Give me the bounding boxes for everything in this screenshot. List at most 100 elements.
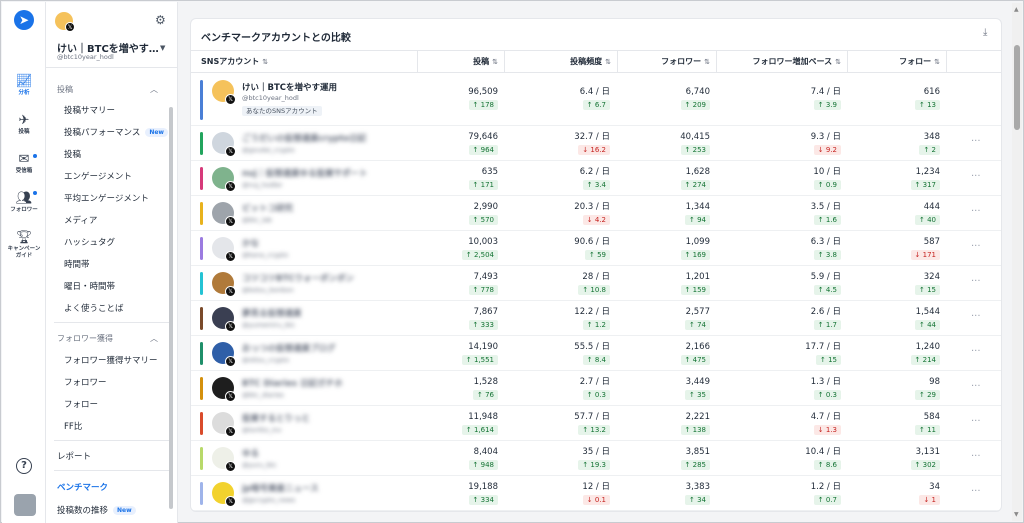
- table-row[interactable]: 𝕏 投資するとりっと @toritto_inv 11,948 ↑ 1,614 57.7 /…: [191, 406, 1001, 441]
- nav-post-summary[interactable]: 投稿サマリー: [64, 104, 115, 116]
- sort-icon[interactable]: ⇅: [262, 58, 268, 66]
- more-options-icon[interactable]: ···: [971, 136, 981, 147]
- rail-item-inbox[interactable]: ✉︎ 受信箱: [2, 152, 46, 175]
- nav-weekday-time[interactable]: 曜日・時間帯: [64, 280, 115, 292]
- sort-icon[interactable]: ⇅: [605, 58, 611, 66]
- account-name[interactable]: けい｜BTCを増やす運用: [242, 81, 337, 93]
- scroll-down-icon[interactable]: ▼: [1014, 511, 1019, 518]
- sort-icon[interactable]: ⇅: [704, 58, 710, 66]
- rail-label: 受信箱: [15, 168, 33, 174]
- cell-value: 98: [929, 377, 940, 387]
- account-switcher[interactable]: 𝕏 ⚙ けい｜BTCを増やす… @btc10year_hodl ▼: [46, 2, 177, 68]
- cell-value: 7,493: [473, 272, 498, 282]
- account-name[interactable]: 夢見る仮想通貨: [242, 307, 302, 319]
- delta-value: 253: [692, 146, 706, 154]
- scroll-thumb[interactable]: [1014, 45, 1020, 130]
- user-avatar[interactable]: [14, 494, 36, 516]
- gear-icon[interactable]: ⚙: [155, 13, 166, 27]
- more-options-icon[interactable]: ···: [971, 451, 981, 462]
- table-row[interactable]: 𝕏 ビットコ研究 @btc_lab 2,990 ↑ 570 20.3 / 日 ↓ 4.2 1,…: [191, 196, 1001, 231]
- sort-icon[interactable]: ⇅: [934, 58, 940, 66]
- table-row[interactable]: 𝕏jp暗号資産ニュース @jpcrypto_news 19,188 ↑ 334 12 /…: [191, 476, 1001, 511]
- download-icon[interactable]: ⤓: [983, 27, 987, 38]
- account-name[interactable]: ビットコ研究: [242, 202, 293, 214]
- table-row[interactable]: 𝕏 かな @kana_crypto 10,003 ↑ 2,504 90.6 / 日 ↑ 59…: [191, 231, 1001, 266]
- more-options-icon[interactable]: ···: [971, 311, 981, 322]
- more-options-icon[interactable]: ···: [971, 346, 981, 357]
- cell-freq: 2.7 / 日 ↑ 0.3: [580, 377, 610, 400]
- cell-fw: 98 ↑ 29: [914, 377, 940, 400]
- cell-value: 1,628: [685, 167, 710, 177]
- app-logo-icon[interactable]: ➤: [14, 10, 34, 30]
- account-name[interactable]: おっつの仮想通貨ブログ: [242, 342, 336, 354]
- sidebar-scrollbar[interactable]: [169, 107, 173, 509]
- table-row[interactable]: 𝕏 おっつの仮想通貨ブログ @ottsu_crypto 14,190 ↑ 1,551 55…: [191, 336, 1001, 371]
- nav-post-performance[interactable]: 投稿パフォーマンス New: [64, 126, 168, 138]
- more-options-icon[interactable]: ···: [971, 241, 981, 252]
- rail-item-campaign-guide[interactable]: 🏆︎ キャンペーン ガイド: [2, 230, 46, 260]
- table-row[interactable]: 𝕏 ごうだいの仮想通貨crypto日記 @goudai_crypto 79,646 ↑ …: [191, 126, 1001, 161]
- delta-down-badge: ↓ 171: [910, 250, 940, 260]
- column-growth[interactable]: フォロワー増加ペース ⇅: [717, 51, 848, 73]
- nav-posts[interactable]: 投稿: [64, 148, 81, 160]
- more-options-icon[interactable]: ···: [971, 486, 981, 497]
- nav-ff-ratio[interactable]: FF比: [64, 420, 82, 432]
- help-icon[interactable]: ?: [16, 458, 32, 474]
- more-options-icon[interactable]: ···: [971, 171, 981, 182]
- column-account[interactable]: SNSアカウント ⇅: [191, 51, 418, 73]
- sort-icon[interactable]: ⇅: [492, 58, 498, 66]
- nav-hashtag[interactable]: ハッシュタグ: [64, 236, 115, 248]
- more-options-icon[interactable]: ···: [971, 206, 981, 217]
- nav-follower-summary[interactable]: フォロワー獲得サマリー: [64, 354, 158, 366]
- nav-report[interactable]: レポート: [57, 450, 91, 462]
- arrow-up-icon: ↑: [684, 286, 693, 294]
- column-posts[interactable]: 投稿 ⇅: [418, 51, 505, 73]
- table-row[interactable]: 𝕏 ゆる @yuru_btc 8,404 ↑ 948 35 / 日 ↑ 19.3 3,851 ↑…: [191, 441, 1001, 476]
- account-name[interactable]: 投資するとりっと: [242, 412, 310, 424]
- window-scrollbar[interactable]: ▲ ▼: [1012, 3, 1022, 521]
- cell-value: 1.2 / 日: [810, 482, 841, 492]
- section-header-followers[interactable]: フォロワー獲得: [57, 333, 113, 344]
- account-name[interactable]: ごうだいの仮想通貨crypto日記: [242, 132, 366, 144]
- table-row[interactable]: 𝕏 けい｜BTCを増やす運用 @btc10year_hodl あなたのSNSアカウント…: [191, 74, 1001, 126]
- nav-post-count-trend[interactable]: 投稿数の推移 New: [57, 504, 136, 516]
- nav-engagement[interactable]: エンゲージメント: [64, 170, 132, 182]
- nav-frequent-words[interactable]: よく使うことば: [64, 302, 124, 314]
- nav-benchmark[interactable]: ベンチマーク: [57, 481, 108, 493]
- nav-avg-engagement[interactable]: 平均エンゲージメント: [64, 192, 149, 204]
- account-name[interactable]: ゆる: [242, 447, 259, 459]
- account-name[interactable]: jp暗号資産ニュース: [242, 482, 319, 494]
- table-row[interactable]: 𝕏 BTC Diaries 日記ガチホ @btc_diaries 1,528 ↑ 76 2…: [191, 371, 1001, 406]
- table-row[interactable]: 𝕏 夢見る仮想通貨 @yumemiru_btc 7,867 ↑ 333 12.2 / 日 ↑…: [191, 301, 1001, 336]
- cell-fol: 40,415 ↑ 253: [680, 132, 710, 155]
- more-options-icon[interactable]: ···: [971, 276, 981, 287]
- column-following[interactable]: フォロー ⇅: [848, 51, 947, 73]
- rail-item-followers[interactable]: 👥︎ フォロワー: [2, 191, 46, 214]
- column-followers[interactable]: フォロワー ⇅: [618, 51, 717, 73]
- nav-followers[interactable]: フォロワー: [64, 376, 107, 388]
- account-name[interactable]: BTC Diaries 日記ガチホ: [242, 377, 343, 389]
- more-options-icon[interactable]: ···: [971, 381, 981, 392]
- table-row[interactable]: 𝕏 コツコツBTCウォーボンボン @kotsu_bonbon 7,493 ↑ 778 28…: [191, 266, 1001, 301]
- chevron-up-icon[interactable]: ︿: [150, 84, 158, 95]
- nav-media[interactable]: メディア: [64, 214, 97, 226]
- rail-item-analytics[interactable]: 📈︎ 分析: [2, 74, 46, 97]
- nav-time-of-day[interactable]: 時間帯: [64, 258, 90, 270]
- more-options-icon[interactable]: ···: [971, 416, 981, 427]
- caret-down-icon[interactable]: ▼: [160, 44, 165, 52]
- account-name[interactable]: nuj｜仮想通貨ゆる投資サポート: [242, 167, 368, 179]
- sort-icon[interactable]: ⇅: [835, 58, 841, 66]
- side-panel: 𝕏 ⚙ けい｜BTCを増やす… @btc10year_hodl ▼ 投稿 ︿ 投…: [46, 2, 178, 523]
- delta-value: 475: [692, 356, 706, 364]
- column-frequency[interactable]: 投稿頻度 ⇅: [505, 51, 618, 73]
- account-name[interactable]: コツコツBTCウォーボンボン: [242, 272, 354, 284]
- rail-item-posts[interactable]: ✈︎ 投稿: [2, 113, 46, 136]
- scroll-up-icon[interactable]: ▲: [1014, 6, 1019, 13]
- delta-value: 1: [931, 496, 936, 504]
- chevron-up-icon[interactable]: ︿: [150, 333, 158, 344]
- nav-following[interactable]: フォロー: [64, 398, 98, 410]
- account-name[interactable]: かな: [242, 237, 259, 249]
- table-row[interactable]: 𝕏nuj｜仮想通貨ゆる投資サポート @nuj_hodler 635 ↑ 171 6.2 …: [191, 161, 1001, 196]
- section-header-posts[interactable]: 投稿: [57, 84, 73, 95]
- account-handle: @btc_lab: [242, 216, 272, 224]
